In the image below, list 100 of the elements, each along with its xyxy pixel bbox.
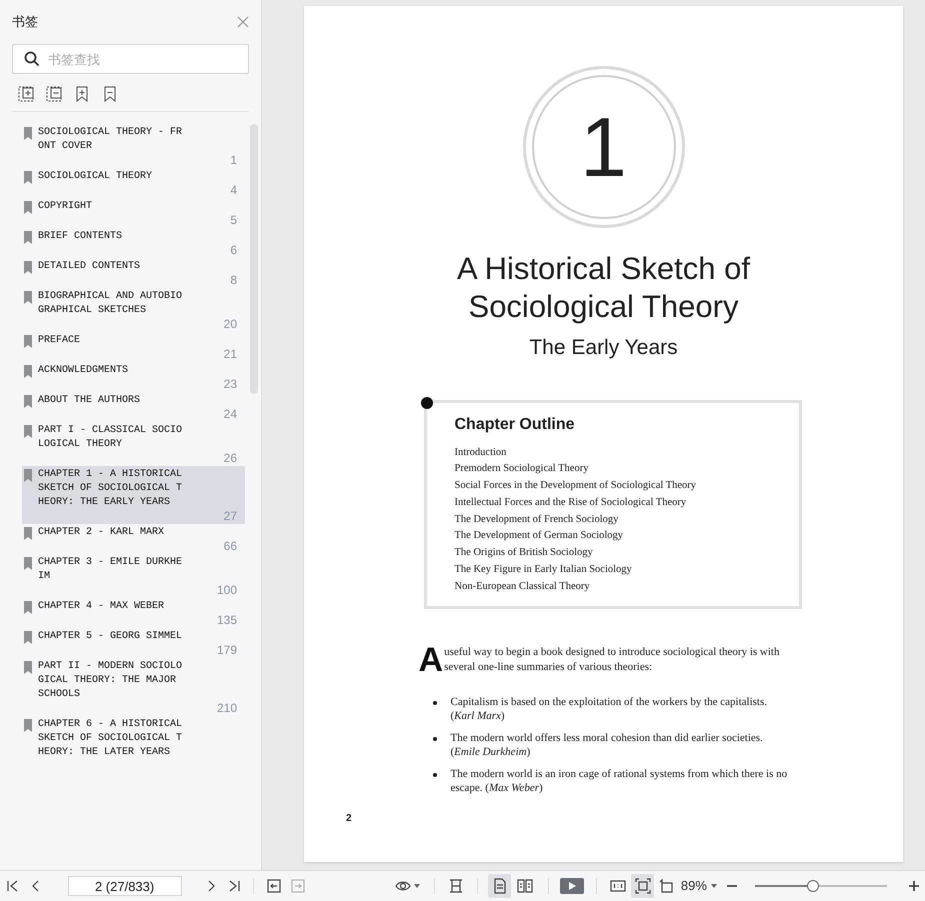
fit-page-icon (634, 878, 651, 894)
bookmark-title: PART II - MODERN SOCIOLOGICAL THEORY: THE MAJOR SCHOOLS (38, 660, 183, 702)
page-number: 20 (224, 318, 237, 331)
bookmark-item[interactable]: PREFACE 21 (22, 332, 245, 362)
minus-icon (727, 885, 738, 887)
search-field[interactable]: 书签查找 (12, 44, 249, 74)
single-page-icon (492, 878, 508, 894)
zoom-dropdown[interactable]: 89% (678, 874, 719, 898)
caret-icon (710, 884, 717, 888)
bookmark-title: BRIEF CONTENTS (38, 230, 124, 244)
outline-item: The Key Figure in Early Italian Sociology (454, 563, 633, 578)
bookmark-title: CHAPTER 4 - MAX WEBER (38, 600, 166, 614)
bookmark-icon (24, 557, 32, 570)
bullet-text: Capitalism is based on the exploitation of the workers by the capitalists. (Karl Marx) (450, 694, 768, 723)
bookmark-item[interactable]: SOCIOLOGICAL THEORY - FRONT COVER 1 (22, 124, 245, 168)
panel-title: 书签 (12, 13, 38, 32)
bookmark-title: CHAPTER 2 - KARL MARX (38, 526, 166, 540)
zoom-slider-thumb[interactable] (807, 880, 820, 892)
bookmark-item[interactable]: PART I - CLASSICAL SOCIOLOGICAL THEORY 26 (22, 422, 245, 466)
page-number: 179 (216, 644, 237, 657)
collapse-all-icon[interactable] (46, 86, 62, 102)
expand-all-icon[interactable] (18, 86, 34, 102)
outline-item: The Development of German Sociology (454, 529, 624, 544)
bookmark-icon (24, 365, 32, 378)
bookmark-item[interactable]: CHAPTER 6 - A HISTORICAL SKETCH OF SOCIOLOGICAL THEORY: THE LATER YEARS (22, 716, 245, 761)
bookmark-item[interactable]: COPYRIGHT 5 (22, 198, 245, 228)
outline-item: The Development of French Sociology (454, 512, 620, 527)
bookmark-item[interactable]: CHAPTER 3 - EMILE DURKHEIM 100 (22, 554, 245, 598)
bookmark-item[interactable]: PART II - MODERN SOCIOLOGICAL THEORY: THE MAJOR SCHOOLS 210 (22, 658, 245, 716)
chapter-title: A Historical Sketch of Sociological Theory (456, 250, 751, 326)
scrollbar-thumb[interactable] (250, 124, 258, 394)
outline-item: Social Forces in the Development of Sociological Theory (454, 479, 698, 494)
rotate-icon (659, 878, 676, 894)
outline-item: Introduction (454, 446, 508, 460)
page-footer-number: 2 (346, 812, 352, 826)
bookmark-icon (24, 601, 32, 614)
bookmark-icon (24, 527, 32, 540)
bullet-text: The modern world offers less moral cohesion than did earlier societies. (Emile Durkheim) (450, 730, 764, 759)
page-number: 100 (216, 584, 237, 597)
single-page-button[interactable] (488, 874, 512, 898)
actual-size-icon (610, 878, 626, 894)
page-number: 210 (216, 702, 237, 715)
bookmark-item[interactable]: CHAPTER 5 - GEORG SIMMEL 179 (22, 628, 245, 658)
bookmark-icon (24, 425, 32, 438)
bookmark-item[interactable]: ACKNOWLEDGMENTS 23 (22, 362, 245, 392)
play-icon (560, 878, 584, 894)
bookmark-title: ABOUT THE AUTHORS (38, 394, 142, 408)
fit-width-icon (448, 878, 464, 894)
bookmark-icon (24, 661, 32, 674)
bookmark-title: COPYRIGHT (38, 200, 94, 214)
bookmark-item[interactable]: SOCIOLOGICAL THEORY 4 (22, 168, 245, 198)
bookmark-title: SOCIOLOGICAL THEORY (38, 170, 154, 184)
page-number: 135 (216, 614, 237, 627)
page-number: 6 (230, 244, 237, 257)
outline-item: Non-European Classical Theory (454, 580, 591, 594)
bookmark-item[interactable]: BRIEF CONTENTS 6 (22, 228, 245, 258)
bookmark-icon (24, 127, 32, 140)
outline-item: Intellectual Forces and the Rise of Sociological Theory (454, 496, 688, 510)
add-bookmark-icon[interactable] (74, 86, 90, 102)
page-number-field[interactable]: 2 (27/833) (68, 876, 182, 896)
chapter-number: 1 (580, 105, 627, 189)
bookmark-icon (24, 719, 32, 732)
bookmark-item[interactable]: BIOGRAPHICAL AND AUTOBIOGRAPHICAL SKETCHES 20 (22, 288, 245, 332)
page-number: 26 (224, 452, 237, 465)
bookmark-icon (24, 261, 32, 274)
page-number: 21 (224, 348, 237, 361)
page-number: 27 (224, 510, 237, 523)
bookmark-title: BIOGRAPHICAL AND AUTOBIOGRAPHICAL SKETCHES (38, 290, 183, 318)
page-number: 23 (224, 378, 237, 391)
remove-bookmark-icon[interactable] (102, 86, 118, 102)
bookmark-title: PREFACE (38, 334, 82, 348)
bookmark-icon (24, 231, 32, 244)
bullet-text: The modern world is an iron cage of rational systems from which there is no escape. (Max Weber) (450, 766, 788, 795)
bullet-icon (432, 772, 436, 777)
bookmark-item[interactable]: DETAILED CONTENTS 8 (22, 258, 245, 288)
close-icon[interactable] (237, 16, 249, 28)
bookmark-item[interactable]: CHAPTER 1 - A HISTORICAL SKETCH OF SOCIOLOGICAL THEORY: THE EARLY YEARS 27 (22, 466, 245, 524)
caret-icon (414, 884, 420, 888)
bullet-icon (432, 700, 436, 705)
bookmark-icon (24, 631, 32, 644)
page-number: 8 (230, 274, 237, 287)
bookmark-title: CHAPTER 6 - A HISTORICAL SKETCH OF SOCIOLOGICAL THEORY: THE LATER YEARS (38, 718, 183, 760)
bookmark-item[interactable]: CHAPTER 4 - MAX WEBER 135 (22, 598, 245, 628)
drop-cap: A (418, 644, 444, 675)
fit-page-button[interactable] (631, 874, 654, 898)
bookmark-title: CHAPTER 3 - EMILE DURKHEIM (38, 556, 183, 584)
bookmark-title: CHAPTER 5 - GEORG SIMMEL (38, 630, 183, 644)
bookmark-title: ACKNOWLEDGMENTS (38, 364, 130, 378)
bookmark-item[interactable]: CHAPTER 2 - KARL MARX 66 (22, 524, 245, 554)
bookmark-icon (24, 171, 32, 184)
bookmark-icon (24, 395, 32, 408)
bookmark-icon (24, 201, 32, 214)
bookmark-title: SOCIOLOGICAL THEORY - FRONT COVER (38, 126, 183, 154)
outline-item: The Origins of British Sociology (454, 546, 594, 560)
page-number: 5 (230, 214, 237, 227)
bookmark-title: CHAPTER 1 - A HISTORICAL SKETCH OF SOCIOLOGICAL THEORY: THE EARLY YEARS (38, 468, 183, 510)
bookmark-icon (24, 469, 32, 482)
bookmark-item[interactable]: ABOUT THE AUTHORS 24 (22, 392, 245, 422)
search-icon (24, 51, 40, 67)
bookmark-title: PART I - CLASSICAL SOCIOLOGICAL THEORY (38, 424, 183, 452)
